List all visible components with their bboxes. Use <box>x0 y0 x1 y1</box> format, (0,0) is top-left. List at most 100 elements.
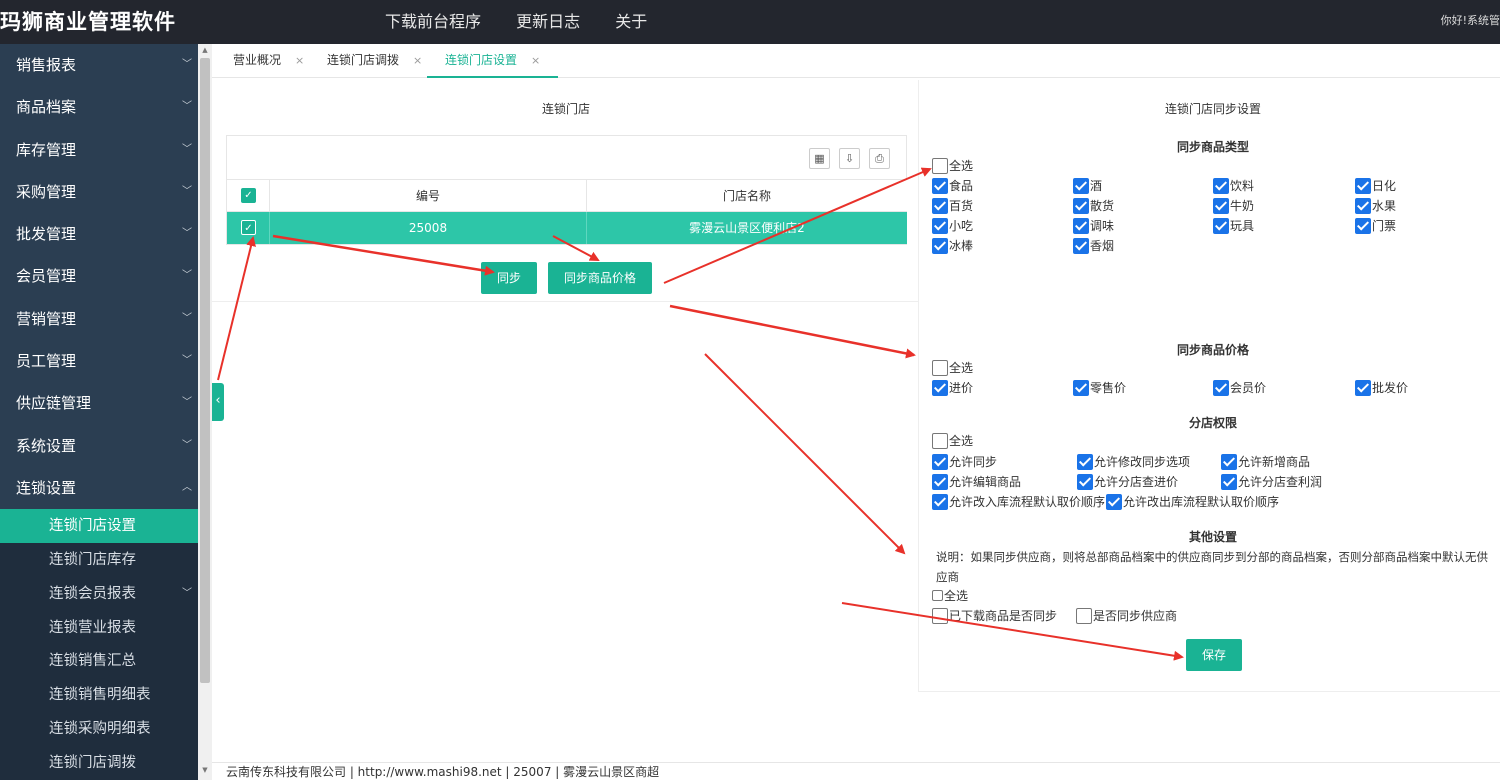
tab-chain-store-settings[interactable]: 连锁门店设置 × <box>427 44 559 78</box>
price-option[interactable]: 进价 <box>932 379 973 397</box>
user-greeting[interactable]: 你好!系统管 <box>1441 12 1500 28</box>
checkbox[interactable] <box>932 379 948 396</box>
table-row[interactable]: ✓ 25008 雾漫云山景区便利店2 <box>227 212 907 244</box>
type-option[interactable]: 日化 <box>1355 177 1396 195</box>
sidebar-item-marketing[interactable]: 营销管理 ﹀ <box>0 298 198 340</box>
column-header-code[interactable]: 编号 <box>270 180 587 211</box>
nav-changelog[interactable]: 更新日志 <box>516 12 580 31</box>
tab-business-overview[interactable]: 营业概况 × <box>233 44 304 78</box>
print-icon[interactable]: ⎙ <box>869 148 890 169</box>
perm-option[interactable]: 允许修改同步选项 <box>1077 453 1190 471</box>
checkbox[interactable] <box>932 432 948 449</box>
checkbox[interactable] <box>932 197 948 214</box>
type-option[interactable]: 饮料 <box>1213 177 1254 195</box>
perm-select-all[interactable]: 全选 <box>932 432 973 450</box>
type-option[interactable]: 酒 <box>1073 177 1102 195</box>
checkbox[interactable] <box>1073 237 1089 254</box>
checkbox[interactable] <box>1073 379 1089 396</box>
close-icon[interactable]: × <box>413 54 422 67</box>
row-checkbox[interactable]: ✓ <box>241 220 256 235</box>
sidebar-item-members[interactable]: 会员管理 ﹀ <box>0 255 198 297</box>
sidebar-subitem-chain-member-report[interactable]: 连锁会员报表 ﹀ <box>0 577 198 611</box>
sync-price-button[interactable]: 同步商品价格 <box>548 262 652 294</box>
sidebar-item-sales-report[interactable]: 销售报表 ﹀ <box>0 44 198 86</box>
perm-option[interactable]: 允许改出库流程默认取价顺序 <box>1106 493 1279 511</box>
perm-option[interactable]: 允许改入库流程默认取价顺序 <box>932 493 1105 511</box>
other-select-all[interactable]: 全选 <box>932 587 968 605</box>
nav-about[interactable]: 关于 <box>615 12 647 31</box>
sidebar-collapse-toggle[interactable]: ‹ <box>212 383 224 421</box>
tab-chain-transfer[interactable]: 连锁门店调拨 × <box>327 44 422 78</box>
type-option[interactable]: 调味 <box>1073 217 1114 235</box>
type-option[interactable]: 小吃 <box>932 217 973 235</box>
sidebar-item-products[interactable]: 商品档案 ﹀ <box>0 86 198 128</box>
checkbox[interactable] <box>1213 217 1229 234</box>
perm-option[interactable]: 允许同步 <box>932 453 997 471</box>
checkbox[interactable] <box>932 157 948 174</box>
perm-option[interactable]: 允许新增商品 <box>1221 453 1310 471</box>
type-option[interactable]: 冰棒 <box>932 237 973 255</box>
sidebar-item-purchase[interactable]: 采购管理 ﹀ <box>0 171 198 213</box>
checkbox[interactable] <box>932 473 948 490</box>
checkbox[interactable] <box>1073 177 1089 194</box>
sidebar-item-staff[interactable]: 员工管理 ﹀ <box>0 340 198 382</box>
checkbox[interactable] <box>1106 493 1122 510</box>
checkbox[interactable] <box>1355 217 1371 234</box>
checkbox[interactable] <box>1076 607 1092 624</box>
other-option-sync-supplier[interactable]: 是否同步供应商 <box>1076 607 1177 625</box>
checkbox[interactable] <box>932 217 948 234</box>
type-option[interactable]: 香烟 <box>1073 237 1114 255</box>
sidebar-subitem-chain-store-stock[interactable]: 连锁门店库存 <box>0 543 198 577</box>
checkbox[interactable] <box>1221 453 1237 470</box>
checkbox[interactable] <box>1077 453 1093 470</box>
type-option[interactable]: 门票 <box>1355 217 1396 235</box>
type-option[interactable]: 玩具 <box>1213 217 1254 235</box>
column-header-store-name[interactable]: 门店名称 <box>587 180 907 211</box>
checkbox[interactable] <box>1355 177 1371 194</box>
scroll-up-icon[interactable]: ▲ <box>200 46 210 56</box>
checkbox[interactable] <box>932 493 948 510</box>
select-all-checkbox[interactable]: ✓ <box>241 188 256 203</box>
checkbox[interactable] <box>1213 177 1229 194</box>
price-option[interactable]: 批发价 <box>1355 379 1408 397</box>
checkbox[interactable] <box>932 590 943 601</box>
price-select-all[interactable]: 全选 <box>932 359 973 377</box>
perm-option[interactable]: 允许分店查利润 <box>1221 473 1322 491</box>
export-icon[interactable]: ⇩ <box>839 148 860 169</box>
columns-icon[interactable]: ▦ <box>809 148 830 169</box>
price-option[interactable]: 会员价 <box>1213 379 1266 397</box>
sidebar-subitem-chain-purchase-detail[interactable]: 连锁采购明细表 <box>0 712 198 746</box>
checkbox[interactable] <box>1221 473 1237 490</box>
checkbox[interactable] <box>1073 197 1089 214</box>
close-icon[interactable]: × <box>295 54 304 67</box>
sidebar-item-supply-chain[interactable]: 供应链管理 ﹀ <box>0 382 198 424</box>
perm-option[interactable]: 允许编辑商品 <box>932 473 1021 491</box>
sidebar-subitem-chain-sales-summary[interactable]: 连锁销售汇总 <box>0 644 198 678</box>
sidebar-scrollbar-thumb[interactable] <box>200 58 210 683</box>
checkbox[interactable] <box>1355 379 1371 396</box>
sidebar-item-inventory[interactable]: 库存管理 ﹀ <box>0 129 198 171</box>
sidebar-item-wholesale[interactable]: 批发管理 ﹀ <box>0 213 198 255</box>
sidebar-subitem-chain-sales-detail[interactable]: 连锁销售明细表 <box>0 678 198 712</box>
checkbox[interactable] <box>932 177 948 194</box>
checkbox[interactable] <box>932 453 948 470</box>
checkbox[interactable] <box>1213 379 1229 396</box>
perm-option[interactable]: 允许分店查进价 <box>1077 473 1178 491</box>
type-option[interactable]: 水果 <box>1355 197 1396 215</box>
checkbox[interactable] <box>932 237 948 254</box>
type-option[interactable]: 食品 <box>932 177 973 195</box>
checkbox[interactable] <box>1073 217 1089 234</box>
other-option-sync-downloaded[interactable]: 已下载商品是否同步 <box>932 607 1057 625</box>
nav-download[interactable]: 下载前台程序 <box>385 12 481 31</box>
close-icon[interactable]: × <box>531 54 540 67</box>
checkbox[interactable] <box>1355 197 1371 214</box>
checkbox[interactable] <box>932 359 948 376</box>
price-option[interactable]: 零售价 <box>1073 379 1126 397</box>
sync-button[interactable]: 同步 <box>481 262 537 294</box>
scroll-down-icon[interactable]: ▼ <box>200 766 210 776</box>
checkbox[interactable] <box>1213 197 1229 214</box>
sidebar-item-chain[interactable]: 连锁设置 ︿ <box>0 467 198 509</box>
checkbox[interactable] <box>1077 473 1093 490</box>
type-option[interactable]: 百货 <box>932 197 973 215</box>
checkbox[interactable] <box>932 607 948 624</box>
